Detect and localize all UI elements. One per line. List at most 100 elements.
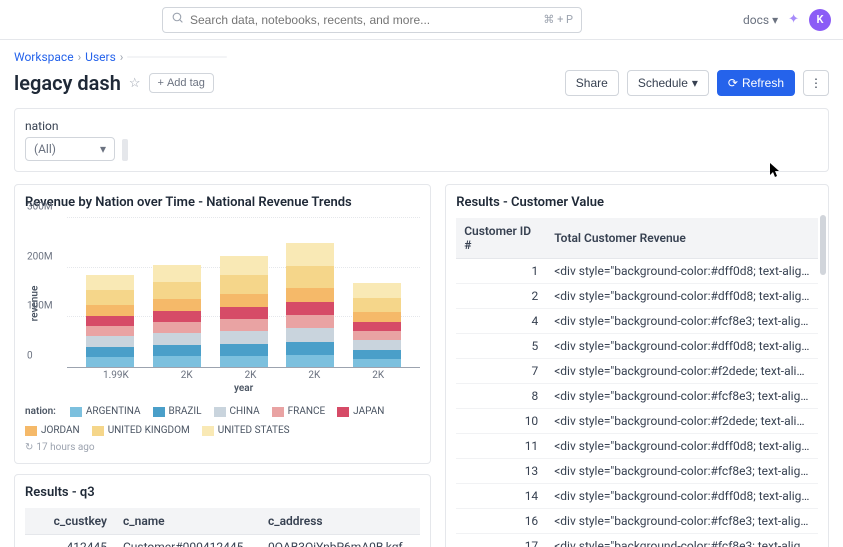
table-row[interactable]: 5<div style="background-color:#dff0d8; t… (456, 334, 818, 359)
legend-item[interactable]: UNITED STATES (202, 425, 290, 436)
schedule-label: Schedule (638, 76, 688, 90)
legend-item[interactable]: ARGENTINA (70, 406, 141, 417)
table-row[interactable]: 10<div style="background-color:#f2dede; … (456, 409, 818, 434)
topbar: ⌘ + P docs ▾ ✦ K (0, 0, 843, 40)
table-header[interactable]: c_address (260, 508, 420, 535)
legend-item[interactable]: UNITED KINGDOM (92, 425, 190, 436)
bar-segment (353, 350, 401, 359)
table-row[interactable]: 14<div style="background-color:#dff0d8; … (456, 484, 818, 509)
legend-label: ARGENTINA (86, 406, 141, 417)
bar-segment (153, 356, 201, 367)
x-tick: 2K (372, 370, 384, 381)
bar-stack[interactable] (153, 265, 201, 367)
nation-filter-select[interactable]: (All) ▾ (25, 137, 115, 161)
legend-label: CHINA (230, 406, 260, 417)
table-row[interactable]: 2<div style="background-color:#dff0d8; t… (456, 284, 818, 309)
chevron-down-icon: ▾ (692, 76, 698, 90)
bar-segment (286, 315, 334, 328)
bar-segment (353, 298, 401, 312)
bar-segment (153, 333, 201, 345)
share-button[interactable]: Share (565, 70, 619, 96)
bar-segment (86, 336, 134, 347)
clock-icon: ↻ (25, 442, 33, 453)
page-title: legacy dash (14, 71, 121, 95)
cell-value: <div style="background-color:#dff0d8; te… (546, 334, 818, 359)
star-icon[interactable]: ☆ (129, 76, 141, 91)
search-box[interactable]: ⌘ + P (162, 7, 582, 33)
more-icon: ⋮ (810, 76, 822, 90)
bar-segment (86, 326, 134, 336)
legend-label: UNITED STATES (218, 425, 290, 436)
bar-segment (353, 359, 401, 367)
table-header[interactable]: c_name (115, 508, 260, 535)
y-tick: 300M (27, 202, 53, 213)
scrollbar[interactable] (820, 215, 826, 275)
legend-item[interactable]: JORDAN (25, 425, 80, 436)
search-input[interactable] (190, 13, 537, 27)
cell-id: 8 (456, 384, 546, 409)
table-header[interactable]: Total Customer Revenue (546, 218, 818, 259)
legend-item[interactable]: BRAZIL (153, 406, 202, 417)
bar-segment (153, 299, 201, 311)
bar-segment (353, 340, 401, 350)
y-tick: 200M (27, 251, 53, 262)
bar-segment (220, 319, 268, 331)
add-tag-button[interactable]: + Add tag (149, 73, 214, 93)
bar-stack[interactable] (286, 243, 334, 367)
refresh-button[interactable]: ⟳ Refresh (717, 70, 795, 96)
cell: Customer#000412445 (115, 535, 260, 547)
chevron-down-icon: ▾ (772, 13, 778, 27)
refresh-label: Refresh (742, 76, 784, 90)
cell-value: <div style="background-color:#f2dede; te… (546, 359, 818, 384)
table-header[interactable]: Customer ID # (456, 218, 546, 259)
table-header[interactable]: c_custkey (25, 508, 115, 535)
table-row[interactable]: 7<div style="background-color:#f2dede; t… (456, 359, 818, 384)
bar-segment (86, 357, 134, 367)
legend-item[interactable]: JAPAN (337, 406, 384, 417)
cell-id: 10 (456, 409, 546, 434)
breadcrumb-users[interactable]: Users (85, 50, 116, 64)
filter-resize-handle[interactable] (122, 139, 128, 161)
chevron-right-icon: › (78, 50, 82, 64)
schedule-button[interactable]: Schedule ▾ (627, 70, 709, 96)
table-row[interactable]: 11<div style="background-color:#dff0d8; … (456, 434, 818, 459)
docs-link[interactable]: docs ▾ (743, 13, 778, 27)
cell-value: <div style="background-color:#dff0d8; te… (546, 259, 818, 284)
x-tick: 2K (245, 370, 257, 381)
sparkle-icon[interactable]: ✦ (788, 12, 799, 27)
table-row[interactable]: 13<div style="background-color:#fcf8e3; … (456, 459, 818, 484)
docs-label: docs (743, 13, 769, 27)
bar-stack[interactable] (220, 256, 268, 367)
bar-segment (286, 266, 334, 288)
bar-segment (86, 290, 134, 305)
cv-title: Results - Customer Value (456, 195, 818, 210)
bar-stack[interactable] (86, 275, 134, 367)
legend-item[interactable]: FRANCE (272, 406, 326, 417)
legend-label: UNITED KINGDOM (108, 425, 190, 436)
table-row[interactable]: 16<div style="background-color:#fcf8e3; … (456, 509, 818, 534)
search-kbd: ⌘ + P (543, 13, 573, 26)
cell-value: <div style="background-color:#dff0d8; te… (546, 434, 818, 459)
legend-swatch (214, 407, 226, 417)
legend-swatch (70, 407, 82, 417)
legend-item[interactable]: CHINA (214, 406, 260, 417)
table-row[interactable]: 412445Customer#0004124450QAB3OjYnbP6mA0B… (25, 535, 420, 547)
breadcrumb-workspace[interactable]: Workspace (14, 50, 74, 64)
bar-segment (286, 288, 334, 302)
chart-title: Revenue by Nation over Time - National R… (25, 195, 420, 210)
legend-label: FRANCE (288, 406, 326, 417)
bar-segment (220, 256, 268, 275)
table-row[interactable]: 8<div style="background-color:#fcf8e3; t… (456, 384, 818, 409)
bar-segment (286, 355, 334, 367)
table-row[interactable]: 17<div style="background-color:#fcf8e3; … (456, 534, 818, 547)
chevron-down-icon: ▾ (100, 142, 106, 156)
bar-segment (353, 322, 401, 331)
more-button[interactable]: ⋮ (803, 70, 829, 96)
bar-segment (153, 282, 201, 299)
avatar[interactable]: K (809, 9, 831, 31)
plus-icon: + (158, 77, 164, 89)
bar-stack[interactable] (353, 283, 401, 367)
bar-segment (286, 243, 334, 266)
table-row[interactable]: 1<div style="background-color:#dff0d8; t… (456, 259, 818, 284)
table-row[interactable]: 4<div style="background-color:#fcf8e3; t… (456, 309, 818, 334)
